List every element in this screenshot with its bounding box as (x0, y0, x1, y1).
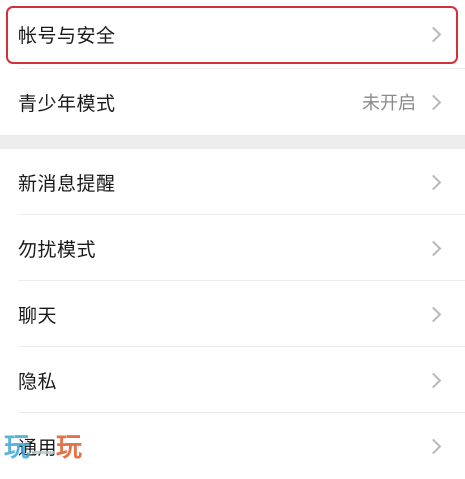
watermark-char-right: 玩 (56, 433, 83, 463)
section-separator (0, 135, 465, 149)
chevron-right-icon (425, 306, 442, 322)
chevron-right-icon (425, 26, 442, 43)
settings-item-value: 未开启 (362, 93, 416, 114)
settings-item-label: 青少年模式 (18, 92, 116, 115)
settings-item-label: 帐号与安全 (18, 25, 116, 47)
watermark-logo: 玩 玩 (4, 427, 82, 464)
chevron-right-icon (425, 174, 442, 190)
settings-item-label: 隐私 (18, 370, 58, 393)
settings-item-chat[interactable]: 聊天 (0, 281, 465, 347)
settings-page: 帐号与安全 青少年模式 未开启 新消息提醒 勿扰模式 聊天 隐私 通用 玩 玩 (0, 0, 465, 479)
settings-item-label: 聊天 (18, 304, 58, 327)
settings-item-account-security[interactable]: 帐号与安全 (0, 0, 465, 69)
chevron-right-icon (425, 240, 442, 256)
settings-item-teen-mode[interactable]: 青少年模式 未开启 (0, 69, 465, 135)
settings-item-label: 新消息提醒 (18, 172, 116, 195)
settings-item-label: 勿扰模式 (18, 238, 97, 261)
chevron-right-icon (425, 372, 442, 388)
settings-item-do-not-disturb[interactable]: 勿扰模式 (0, 215, 465, 281)
settings-item-privacy[interactable]: 隐私 (0, 347, 465, 413)
settings-group-account: 帐号与安全 青少年模式 未开启 (0, 0, 465, 135)
chevron-right-icon (425, 438, 442, 454)
settings-item-new-message-alerts[interactable]: 新消息提醒 (0, 149, 465, 215)
watermark-char-left: 玩 (4, 433, 31, 463)
watermark-dash (32, 451, 55, 454)
chevron-right-icon (425, 94, 442, 110)
